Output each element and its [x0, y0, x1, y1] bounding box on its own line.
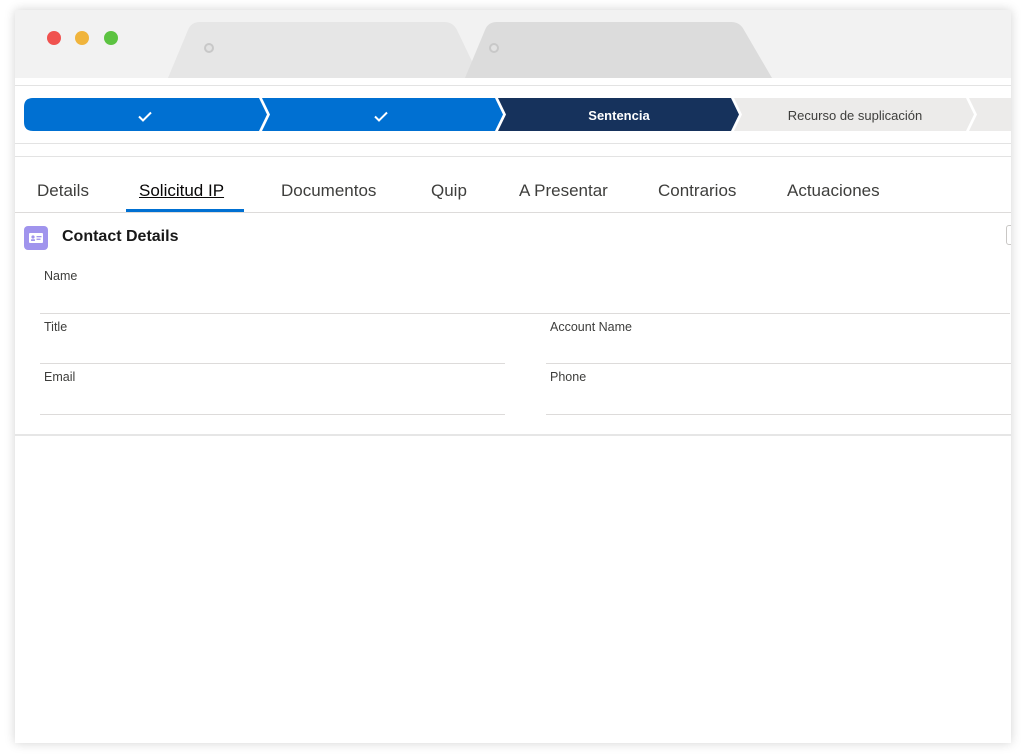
active-tab-indicator — [126, 209, 244, 212]
title-label: Title — [44, 320, 68, 334]
close-window-button[interactable] — [47, 31, 61, 45]
tab-details[interactable]: Details — [37, 181, 89, 201]
check-icon — [133, 104, 157, 128]
tab-a-presentar[interactable]: A Presentar — [519, 181, 608, 201]
browser-window: Sentencia Recurso de suplicación Details… — [15, 10, 1011, 743]
record-tabs: Details Solicitud IP Documentos Quip A P… — [15, 167, 1011, 213]
tab-documentos[interactable]: Documentos — [281, 181, 376, 201]
path-divider — [15, 143, 1011, 157]
path-bar: Sentencia Recurso de suplicación — [15, 90, 1011, 150]
title-bar — [15, 10, 1011, 78]
tab-actuaciones[interactable]: Actuaciones — [787, 181, 880, 201]
field-divider — [546, 363, 1011, 364]
field-divider — [40, 414, 505, 415]
zoom-window-button[interactable] — [104, 31, 118, 45]
close-icon[interactable] — [204, 43, 214, 53]
contact-card-icon — [24, 226, 48, 250]
path-stage-next-label[interactable]: Recurso de suplicación — [755, 106, 955, 126]
account-name-label: Account Name — [550, 320, 632, 334]
browser-tab-2[interactable] — [465, 22, 775, 78]
name-label: Name — [44, 269, 78, 283]
toolbar-separator — [15, 78, 1011, 86]
card-action-button[interactable] — [1006, 225, 1011, 245]
minimize-window-button[interactable] — [75, 31, 89, 45]
tab-contrarios[interactable]: Contrarios — [658, 181, 736, 201]
card-bottom-border — [15, 434, 1011, 436]
tab-solicitud-ip[interactable]: Solicitud IP — [139, 181, 224, 201]
field-divider — [546, 414, 1011, 415]
tab-quip[interactable]: Quip — [431, 181, 467, 201]
phone-label: Phone — [550, 370, 587, 384]
browser-tab-1[interactable] — [168, 22, 488, 78]
path-stage-5 — [969, 98, 1011, 131]
close-icon[interactable] — [489, 43, 499, 53]
field-divider — [40, 363, 505, 364]
card-title: Contact Details — [62, 228, 179, 245]
email-label: Email — [44, 370, 76, 384]
field-divider — [40, 313, 1010, 314]
path-stage-current-label[interactable]: Sentencia — [519, 106, 719, 126]
check-icon — [369, 104, 393, 128]
